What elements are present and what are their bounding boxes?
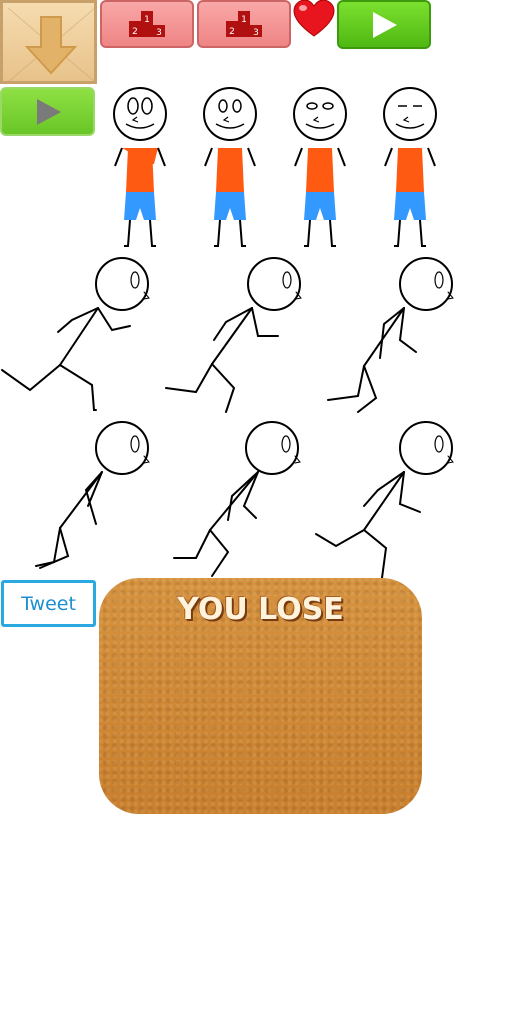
leaderboard-button-2[interactable]: 1 2 3 — [197, 0, 291, 48]
podium-icon: 1 2 3 — [226, 11, 262, 38]
podium-place-1: 1 — [241, 15, 247, 25]
podium-place-3: 3 — [156, 28, 162, 38]
character-running-3 — [327, 257, 454, 413]
leaderboard-button-1[interactable]: 1 2 3 — [100, 0, 194, 48]
play-button[interactable] — [337, 0, 431, 49]
character-running-6 — [315, 421, 454, 579]
character-standing-3 — [293, 87, 347, 247]
down-arrow-icon — [7, 7, 96, 83]
podium-place-1: 1 — [144, 15, 150, 25]
podium-place-3: 3 — [253, 28, 259, 38]
result-message: YOU LOSE — [177, 592, 344, 627]
podium-place-2: 2 — [132, 27, 138, 37]
character-running-5 — [173, 421, 301, 577]
character-standing-1 — [113, 87, 167, 247]
side-play-button[interactable] — [0, 87, 95, 136]
play-icon — [36, 98, 61, 125]
podium-place-2: 2 — [229, 27, 235, 37]
character-standing-4 — [383, 87, 437, 247]
character-running-2 — [165, 257, 302, 413]
podium-icon: 1 2 3 — [129, 11, 165, 38]
character-standing-2 — [203, 87, 257, 247]
tweet-button[interactable]: Tweet — [1, 580, 96, 627]
standing-characters — [113, 87, 437, 247]
character-running-1 — [1, 257, 150, 411]
crate-down-button[interactable] — [0, 0, 97, 84]
play-icon — [373, 11, 397, 38]
character-running-4 — [35, 421, 150, 569]
running-characters — [1, 257, 454, 579]
heart-icon[interactable] — [292, 0, 336, 40]
